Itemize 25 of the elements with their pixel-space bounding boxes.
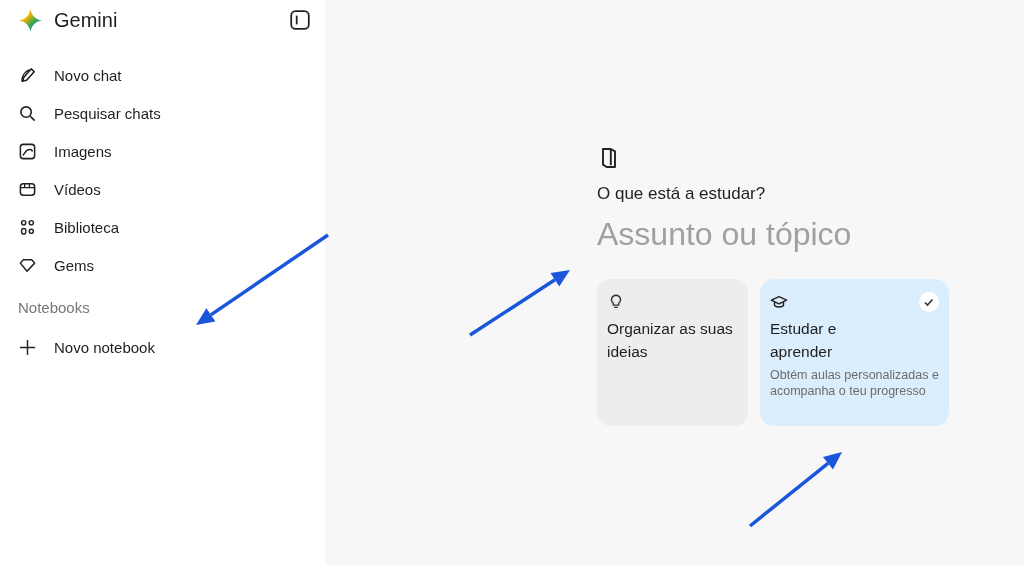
image-icon [18, 141, 37, 161]
sparkle-logo-icon [18, 7, 43, 33]
section-heading: Notebooks [18, 299, 91, 318]
library-icon [18, 217, 37, 237]
plus-icon [18, 337, 37, 357]
sidebar-item[interactable]: Imagens [18, 132, 112, 170]
sidebar-item[interactable]: Gems [18, 246, 94, 284]
sidebar-item[interactable]: Pesquisar chats [18, 94, 161, 132]
search-icon [18, 103, 37, 123]
pencil-icon [18, 65, 37, 85]
mode-card[interactable]: Organizar as suas ideias [597, 279, 748, 426]
card-title: Estudar e aprender [770, 319, 838, 362]
sidebar-item[interactable]: Biblioteca [18, 208, 120, 246]
mode-card[interactable]: Estudar e aprender Obtém aulas personalizadas e acompanha o teu progresso [760, 279, 949, 426]
card-description: Obtém aulas personalizadas e acompanha o teu progresso [770, 367, 939, 399]
sidebar-item[interactable]: Novo chat [18, 56, 122, 94]
sidebar-item[interactable]: Vídeos [18, 170, 101, 208]
question-text: O que está a estudar? [597, 184, 767, 204]
sidebar-item[interactable]: Novo notebook [18, 328, 155, 366]
checkmark-icon [919, 292, 939, 312]
graduation-cap-icon [770, 293, 788, 311]
sidebar-toggle-icon[interactable] [289, 9, 311, 31]
card-title: Organizar as suas ideias [607, 319, 734, 362]
app-title: Gemini [54, 8, 119, 32]
topic-input[interactable]: Assunto ou tópico [597, 216, 949, 253]
